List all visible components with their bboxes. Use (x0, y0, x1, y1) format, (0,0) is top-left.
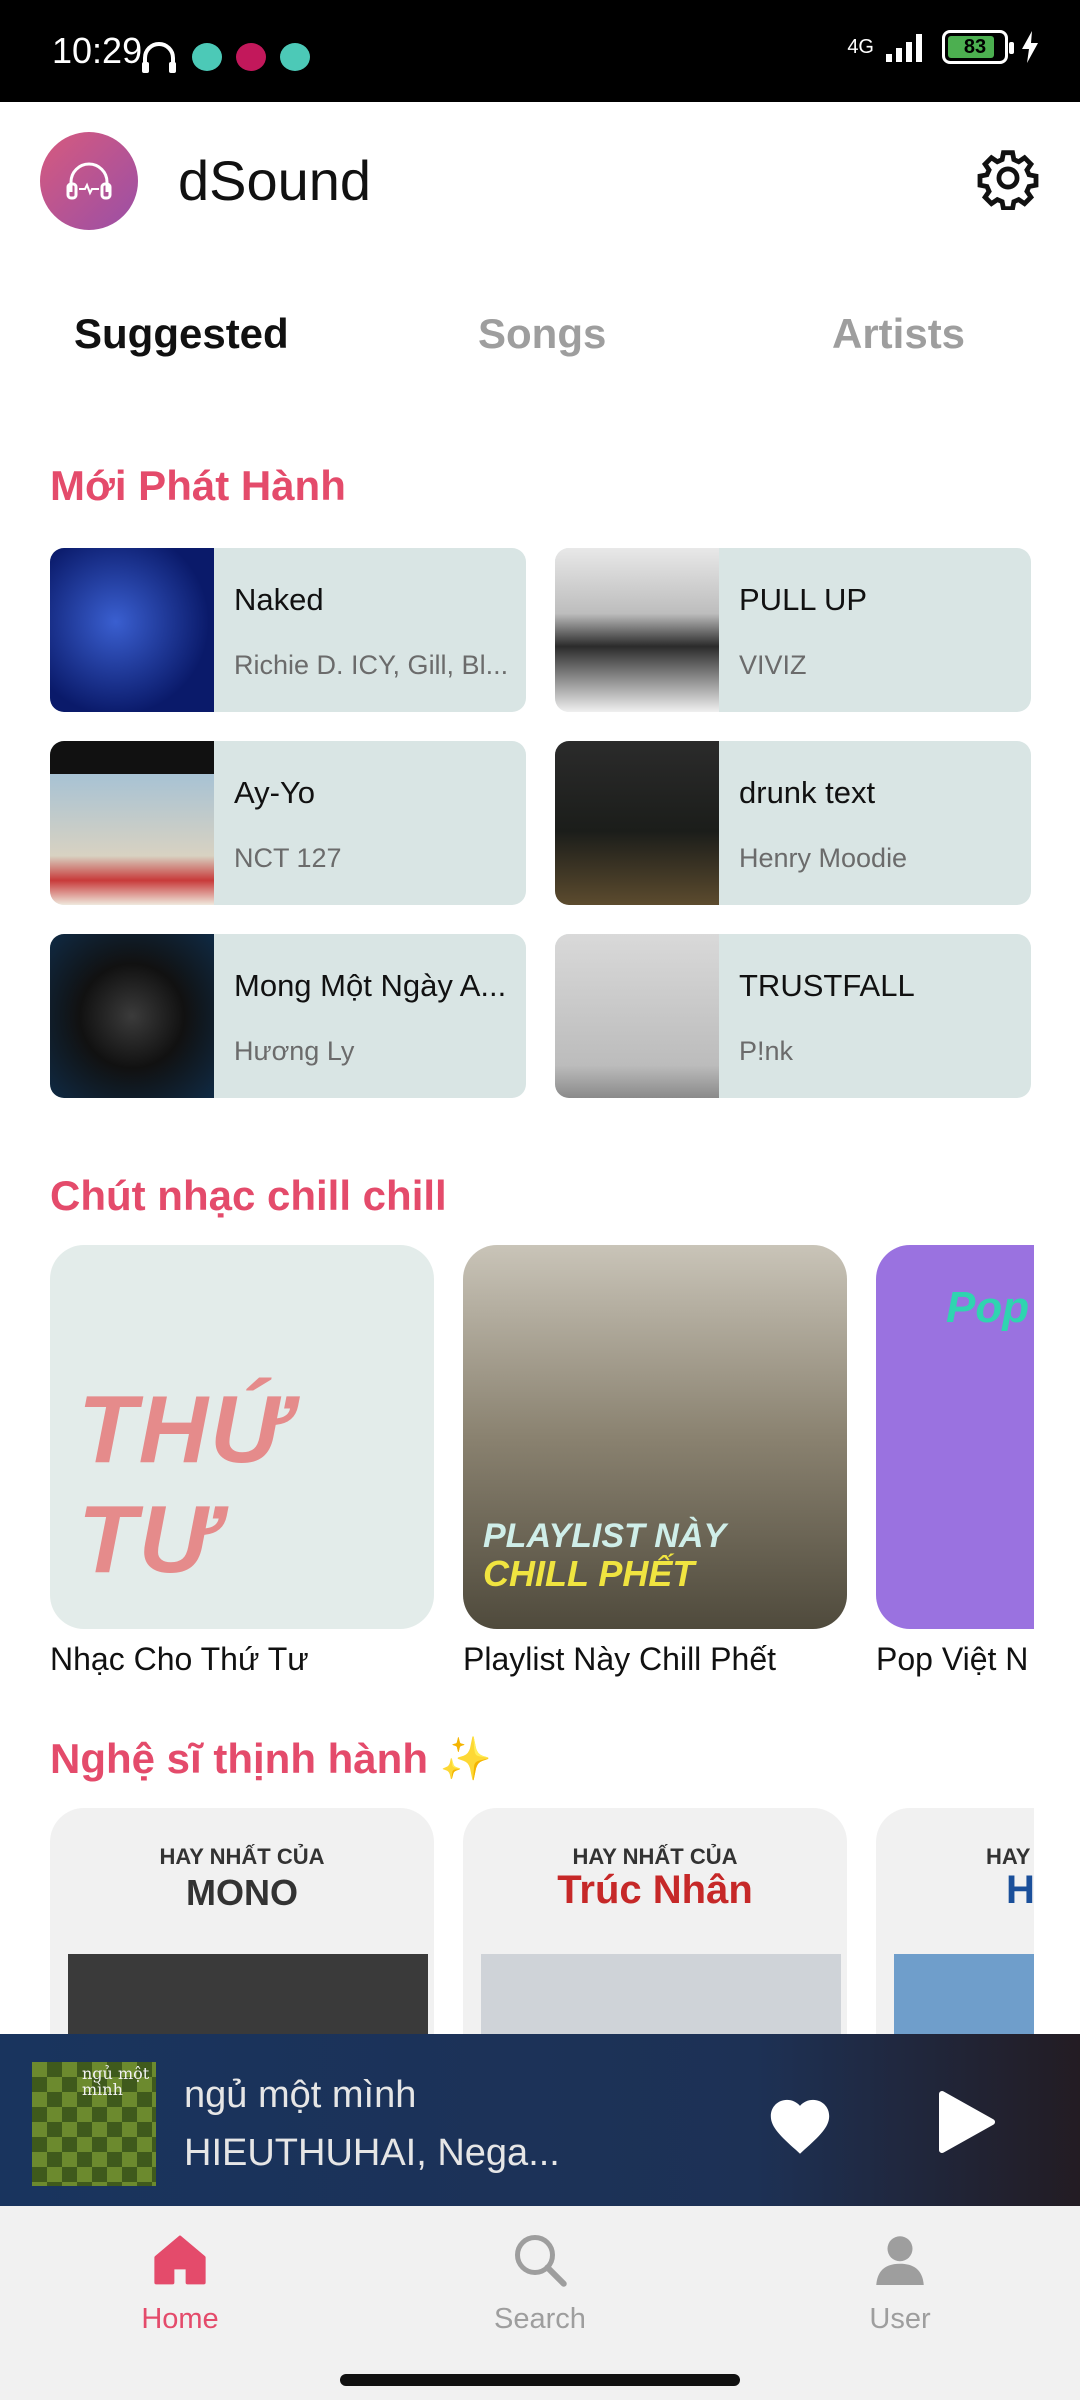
playlist-cover: PLAYLIST NÀY CHILL PHẾT (463, 1245, 847, 1629)
trending-artists-row: HAY NHẤT CỦA MONO HAY NHẤT CỦA Trúc Nhân… (50, 1808, 1034, 2034)
heart-icon[interactable] (766, 2094, 834, 2154)
song-title: PULL UP (739, 582, 868, 617)
artist-cover: HAY NHẤT CỦA MONO (50, 1808, 434, 2034)
app-notification-icon (280, 43, 310, 71)
artist-card[interactable]: HAY H (876, 1808, 1034, 2034)
cover-art (894, 1954, 1034, 2034)
nav-search[interactable]: Search (440, 2230, 640, 2336)
album-cover (555, 548, 719, 712)
album-cover (555, 934, 719, 1098)
charging-icon (1022, 31, 1038, 63)
nav-user[interactable]: User (800, 2230, 1000, 2336)
artist-card[interactable]: HAY NHẤT CỦA MONO (50, 1808, 434, 2034)
network-type: 4G (847, 35, 874, 58)
play-icon[interactable] (934, 2090, 996, 2154)
playlist-caption: Nhạc Cho Thứ Tư (50, 1641, 309, 1677)
song-card-drunk-text[interactable]: drunk text Henry Moodie (555, 741, 1031, 905)
status-right: 4G 83 (847, 30, 1040, 64)
album-cover (50, 934, 214, 1098)
tab-artists[interactable]: Artists (832, 310, 965, 358)
nav-home[interactable]: Home (80, 2230, 280, 2336)
gesture-home-bar[interactable] (340, 2374, 740, 2386)
now-playing-artist: HIEUTHUHAI, Nega... (184, 2132, 560, 2174)
song-artist: VIVIZ (739, 650, 807, 680)
battery-level: 83 (963, 35, 987, 58)
user-icon (876, 2236, 924, 2285)
artist-name: Trúc Nhân (557, 1868, 753, 1912)
nav-home-label: Home (141, 2303, 219, 2335)
song-card-ay-yo[interactable]: Ay-Yo NCT 127 (50, 741, 526, 905)
album-cover (50, 741, 214, 905)
artist-card[interactable]: HAY NHẤT CỦA Trúc Nhân (463, 1808, 847, 2034)
cover-text: PLAYLIST NÀY (483, 1517, 727, 1555)
album-cover (555, 741, 719, 905)
song-card-mong-mot-ngay[interactable]: Mong Một Ngày A... Hương Ly (50, 934, 526, 1098)
playlist-card[interactable]: THỨ TƯ Nhạc Cho Thứ Tư (50, 1245, 434, 1678)
song-title: TRUSTFALL (739, 968, 915, 1003)
album-cover (50, 548, 214, 712)
song-artist: Henry Moodie (739, 843, 908, 873)
momo-icon (236, 43, 266, 71)
section-title-new-releases: Mới Phát Hành (50, 462, 346, 509)
artist-overline: HAY NHẤT CỦA (572, 1844, 738, 1869)
song-title: Mong Một Ngày A... (234, 968, 507, 1003)
artist-name: MONO (186, 1872, 298, 1913)
song-artist: P!nk (739, 1036, 794, 1066)
playlist-caption: Pop Việt N (876, 1641, 1029, 1677)
cover-text: CHILL PHẾT (483, 1553, 695, 1594)
signal-icon (886, 34, 922, 62)
headphones-icon (142, 42, 176, 73)
battery-icon: 83 (942, 30, 1014, 64)
notification-icons (140, 40, 310, 74)
song-title: Naked (234, 582, 324, 617)
song-artist: NCT 127 (234, 843, 342, 873)
song-artist: Richie D. ICY, Gill, Bl... (234, 650, 509, 680)
playlist-caption: Playlist Này Chill Phết (463, 1641, 776, 1677)
tab-suggested[interactable]: Suggested (74, 310, 289, 358)
song-title: Ay-Yo (234, 775, 316, 810)
search-icon (515, 2235, 567, 2287)
cover-art (481, 1954, 841, 2034)
section-title-chill: Chút nhạc chill chill (50, 1172, 447, 1219)
song-card-trustfall[interactable]: TRUSTFALL P!nk (555, 934, 1031, 1098)
artist-name: H (1006, 1868, 1034, 1912)
artist-overline: HAY (986, 1844, 1031, 1869)
chill-playlists-row: THỨ TƯ Nhạc Cho Thứ Tư PLAYLIST NÀY CHIL… (50, 1245, 1034, 1685)
top-tabs: Suggested Songs Artists (0, 290, 1080, 380)
cover-text: THỨ TƯ (78, 1376, 290, 1593)
section-title-trending-artists: Nghệ sĩ thịnh hành ✨ (50, 1735, 492, 1782)
tab-songs[interactable]: Songs (478, 310, 606, 358)
playlist-card[interactable]: Pop Pop Việt N (876, 1245, 1034, 1678)
app-notification-icon (192, 43, 222, 71)
song-title: drunk text (739, 775, 876, 810)
app-logo[interactable] (40, 132, 138, 230)
art-text: ngủ một mình (82, 2064, 150, 2099)
bottom-navigation: Home Search User (0, 2206, 1080, 2400)
playlist-cover: THỨ TƯ (50, 1245, 434, 1629)
cover-text: Pop (946, 1283, 1030, 1332)
artist-overline: HAY NHẤT CỦA (159, 1844, 325, 1869)
song-card-naked[interactable]: Naked Richie D. ICY, Gill, Bl... (50, 548, 526, 712)
nav-user-label: User (869, 2303, 931, 2335)
song-card-pull-up[interactable]: PULL UP VIVIZ (555, 548, 1031, 712)
gear-icon[interactable] (976, 146, 1040, 210)
status-bar: 10:29 4G 83 (0, 0, 1080, 102)
playlist-card[interactable]: PLAYLIST NÀY CHILL PHẾT Playlist Này Chi… (463, 1245, 847, 1678)
headphones-icon (66, 162, 112, 200)
home-icon (154, 2235, 206, 2285)
playlist-cover: Pop (876, 1245, 1034, 1629)
artist-cover: HAY H (876, 1808, 1034, 2034)
nav-search-label: Search (494, 2303, 586, 2335)
status-time: 10:29 (52, 30, 143, 71)
app-title: dSound (178, 149, 372, 212)
song-artist: Hương Ly (234, 1036, 355, 1066)
app-header: dSound (0, 102, 1080, 262)
artist-cover: HAY NHẤT CỦA Trúc Nhân (463, 1808, 847, 2034)
mini-player[interactable]: ngủ một mình ngủ một mình HIEUTHUHAI, Ne… (0, 2034, 1080, 2206)
now-playing-art: ngủ một mình (32, 2062, 156, 2186)
now-playing-title: ngủ một mình (184, 2074, 417, 2116)
cover-art (68, 1954, 428, 2034)
